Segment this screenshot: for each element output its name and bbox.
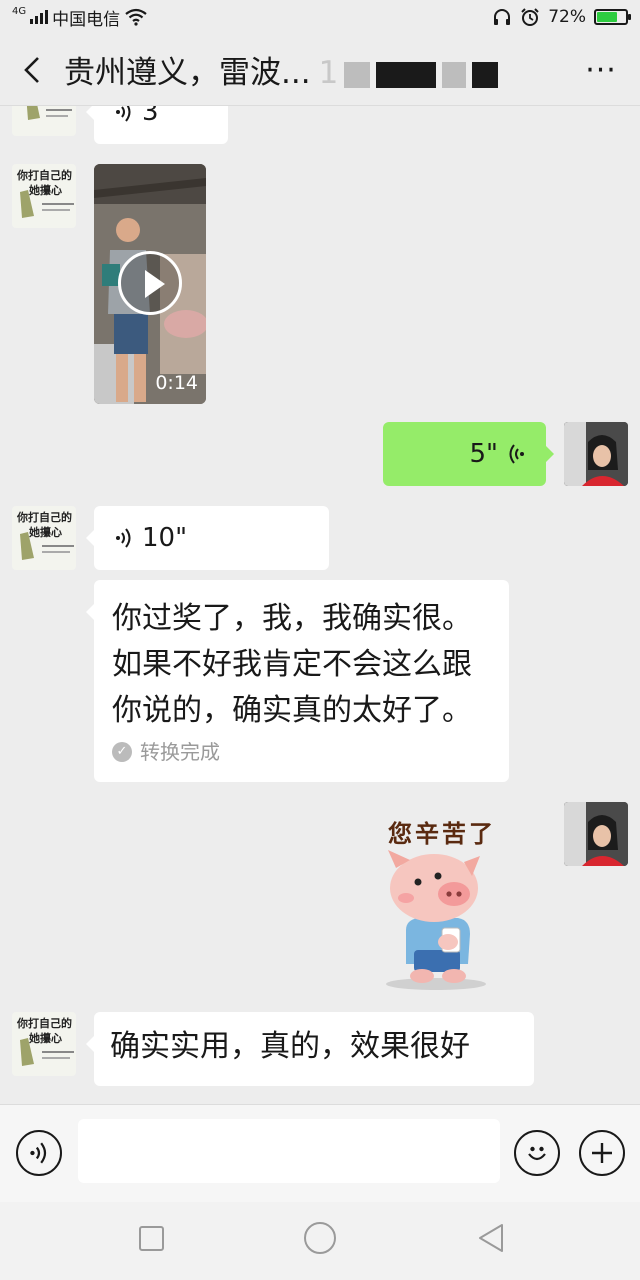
redaction-block bbox=[376, 61, 437, 88]
nav-back-icon[interactable] bbox=[476, 1222, 506, 1254]
chat-area[interactable]: 3 你打自己的 她攥心 0:14 5" 你打自己的 她攥心 10" 你过奖了，我… bbox=[0, 106, 640, 1104]
contact-avatar[interactable]: 你打自己的 她攥心 bbox=[12, 506, 76, 570]
network-type: 4G bbox=[12, 5, 27, 17]
carrier-name: 中国电信 bbox=[52, 9, 121, 30]
voice-transcript-bubble[interactable]: 你过奖了，我，我确实很。 如果不好我肯定不会这么跟 你说的，确实真的太好了。 ✓… bbox=[86, 580, 509, 782]
battery-percent: 72% bbox=[548, 7, 586, 27]
redaction-block bbox=[472, 61, 499, 88]
avatar-caption: 你打自己的 bbox=[17, 1017, 72, 1030]
message-input[interactable] bbox=[78, 1119, 500, 1183]
voice-message-sent[interactable]: 5" bbox=[383, 422, 554, 486]
input-bar bbox=[0, 1104, 640, 1202]
transcript-line: 你过奖了，我，我确实很。 bbox=[112, 601, 472, 636]
voice-duration: 3 bbox=[142, 106, 159, 127]
voice-input-button[interactable] bbox=[16, 1130, 62, 1176]
voice-wave-icon bbox=[116, 528, 131, 548]
emoji-button[interactable] bbox=[514, 1130, 560, 1176]
avatar-photo bbox=[564, 422, 628, 486]
plus-icon bbox=[592, 1143, 612, 1163]
convert-status: ✓ 转换完成 bbox=[112, 738, 493, 766]
sticker-caption: 您辛苦了 bbox=[388, 820, 496, 848]
recents-button[interactable] bbox=[139, 1226, 164, 1251]
message-text: 确实实用，真的，效果很好 bbox=[110, 1029, 470, 1064]
title-bar: 贵州遵义，雷波... 1 ··· bbox=[0, 34, 640, 106]
home-button[interactable] bbox=[304, 1222, 336, 1254]
headphones-icon bbox=[494, 9, 511, 25]
plus-button[interactable] bbox=[579, 1130, 625, 1176]
transcript-line: 如果不好我肯定不会这么跟 bbox=[112, 647, 472, 682]
my-avatar[interactable] bbox=[564, 802, 628, 866]
more-dots-icon: ··· bbox=[585, 52, 617, 88]
system-nav-bar bbox=[0, 1202, 640, 1280]
signal-icon bbox=[30, 10, 49, 24]
avatar-photo bbox=[564, 802, 628, 866]
avatar-figure-image bbox=[20, 190, 74, 218]
chat-title-redacted: 1 bbox=[318, 55, 339, 91]
wifi-icon bbox=[125, 8, 147, 26]
avatar-caption: 你打自己的 bbox=[17, 511, 72, 524]
video-message[interactable]: 0:14 bbox=[94, 164, 206, 404]
pig-sticker-image[interactable] bbox=[376, 846, 496, 990]
play-icon[interactable] bbox=[118, 251, 182, 315]
convert-status-text: 转换完成 bbox=[140, 740, 220, 764]
back-button[interactable] bbox=[0, 34, 64, 106]
status-bar: 4G 中国电信 72% bbox=[0, 0, 640, 34]
avatar-figure-image bbox=[20, 532, 74, 560]
avatar-figure-image bbox=[20, 1038, 74, 1066]
video-duration: 0:14 bbox=[155, 372, 198, 394]
redaction-block bbox=[344, 61, 371, 88]
more-button[interactable]: ··· bbox=[576, 34, 626, 106]
voice-message[interactable]: 10" bbox=[86, 506, 329, 570]
check-icon: ✓ bbox=[112, 742, 132, 762]
chevron-left-icon bbox=[24, 56, 39, 83]
voice-duration: 5" bbox=[469, 439, 498, 469]
contact-avatar[interactable]: 你打自己的 她攥心 bbox=[12, 1012, 76, 1076]
voice-wave-icon bbox=[116, 106, 131, 122]
voice-message[interactable]: 3 bbox=[86, 106, 228, 144]
voice-duration: 10" bbox=[142, 523, 188, 553]
emoji-icon bbox=[528, 1146, 546, 1161]
voice-wave-icon bbox=[509, 444, 524, 464]
avatar-figure-image bbox=[26, 106, 72, 120]
voice-input-icon bbox=[30, 1142, 47, 1164]
redaction-block bbox=[442, 61, 467, 88]
text-message[interactable]: 确实实用，真的，效果很好 bbox=[86, 1012, 534, 1086]
alarm-icon bbox=[521, 8, 539, 26]
battery-icon bbox=[594, 9, 631, 25]
avatar-caption: 你打自己的 bbox=[17, 169, 72, 182]
contact-avatar[interactable] bbox=[12, 106, 76, 136]
my-avatar[interactable] bbox=[564, 422, 628, 486]
contact-avatar[interactable]: 你打自己的 她攥心 bbox=[12, 164, 76, 228]
chat-title: 贵州遵义，雷波... 1 bbox=[64, 47, 499, 92]
chat-title-text: 贵州遵义，雷波... bbox=[64, 55, 311, 91]
transcript-line: 你说的，确实真的太好了。 bbox=[112, 693, 472, 728]
